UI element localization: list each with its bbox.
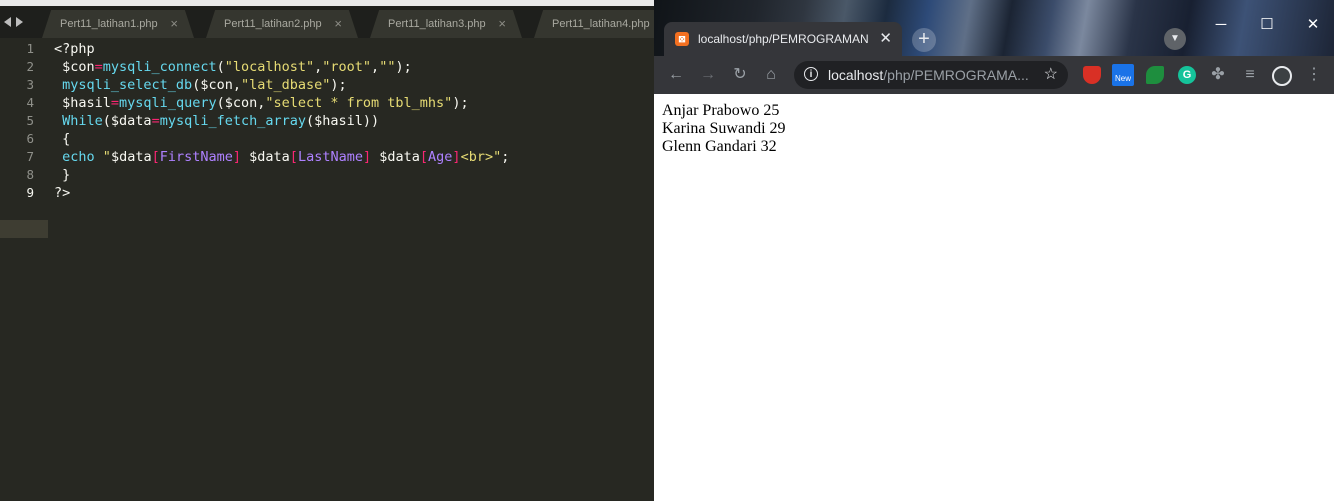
bookmark-star-icon[interactable]: ☆ [1044, 61, 1058, 89]
code-line[interactable]: } [54, 166, 70, 184]
xampp-icon: ⊠ [675, 32, 689, 46]
code-editor: Pert11_latihan1.php × Pert11_latihan2.ph… [0, 0, 654, 501]
grammarly-icon[interactable]: G [1178, 66, 1196, 84]
maximize-button[interactable]: ☐ [1244, 10, 1290, 40]
reload-icon[interactable]: ↻ [730, 65, 750, 85]
line-number: 9 [26, 185, 34, 200]
editor-tab[interactable]: Pert11_latihan4.php [534, 10, 654, 38]
tab-nav-arrows[interactable] [4, 14, 30, 30]
editor-tab-label: Pert11_latihan2.php [224, 18, 322, 30]
new-badge: New [1114, 74, 1131, 83]
current-line-highlight [0, 220, 48, 238]
code-line[interactable]: { [54, 130, 70, 148]
editor-tab-label: Pert11_latihan3.php [388, 18, 486, 30]
line-number: 1 [26, 41, 34, 56]
line-number: 6 [26, 131, 34, 146]
arrow-left-icon[interactable] [4, 17, 11, 27]
editor-tab[interactable]: Pert11_latihan1.php × [42, 10, 194, 38]
code-line[interactable]: ?> [54, 184, 70, 202]
output-line: Karina Suwandi 29 [662, 120, 786, 137]
browser-tab[interactable]: ⊠ localhost/php/PEMROGRAMAN W ✕ [664, 22, 902, 56]
line-number: 5 [26, 113, 34, 128]
browser-tab-title: localhost/php/PEMROGRAMAN W [698, 32, 870, 46]
editor-tab[interactable]: Pert11_latihan3.php × [370, 10, 522, 38]
code-line[interactable]: $hasil=mysqli_query($con,"select * from … [54, 94, 468, 112]
editor-tab-label: Pert11_latihan4.php [552, 18, 650, 30]
close-icon[interactable]: × [334, 10, 342, 38]
code-line[interactable]: <?php [54, 40, 95, 58]
line-number: 4 [26, 95, 34, 110]
editor-tab[interactable]: Pert11_latihan2.php × [206, 10, 358, 38]
line-number: 7 [26, 149, 34, 164]
back-icon[interactable]: ← [666, 65, 686, 85]
home-icon[interactable]: ⌂ [761, 65, 781, 85]
extensions-puzzle-icon[interactable]: ✤ [1208, 65, 1228, 85]
leaf-extension-icon[interactable] [1146, 66, 1164, 84]
code-line[interactable]: While($data=mysqli_fetch_array($hasil)) [54, 112, 379, 130]
url-path: /php/PEMROGRAMA... [883, 67, 1029, 83]
browser-title-bar: ⊠ localhost/php/PEMROGRAMAN W ✕ + ▼ ─ ☐ … [654, 0, 1334, 56]
browser-toolbar: ← → ↻ ⌂ i localhost/php/PEMROGRAMA... ☆ … [654, 56, 1334, 94]
minimize-button[interactable]: ─ [1198, 10, 1244, 40]
close-window-button[interactable]: ✕ [1290, 10, 1334, 40]
code-line[interactable]: $con=mysqli_connect("localhost","root","… [54, 58, 412, 76]
code-line[interactable]: mysqli_select_db($con,"lat_dbase"); [54, 76, 347, 94]
browser-window: ⊠ localhost/php/PEMROGRAMAN W ✕ + ▼ ─ ☐ … [654, 0, 1334, 501]
editor-tab-bar: Pert11_latihan1.php × Pert11_latihan2.ph… [0, 6, 654, 38]
line-number: 8 [26, 167, 34, 182]
code-line[interactable]: echo "$data[FirstName] $data[LastName] $… [54, 148, 509, 166]
output-line: Glenn Gandari 32 [662, 138, 777, 155]
address-bar[interactable]: i localhost/php/PEMROGRAMA... ☆ [794, 61, 1068, 89]
profile-avatar-icon[interactable] [1272, 66, 1292, 86]
close-icon[interactable]: ✕ [879, 22, 892, 56]
editor-tab-label: Pert11_latihan1.php [60, 18, 158, 30]
forward-icon[interactable]: → [698, 65, 718, 85]
line-number: 3 [26, 77, 34, 92]
tab-search-button[interactable]: ▼ [1164, 28, 1186, 50]
close-icon[interactable]: × [170, 10, 178, 38]
reading-list-icon[interactable]: ≡ [1240, 65, 1260, 85]
url-text[interactable]: localhost/php/PEMROGRAMA... [828, 61, 1029, 89]
page-content: Anjar Prabowo 25 Karina Suwandi 29 Glenn… [654, 94, 1334, 501]
more-menu-icon[interactable]: ⋮ [1304, 65, 1324, 85]
new-extension-icon[interactable]: New [1112, 64, 1134, 86]
line-number: 2 [26, 59, 34, 74]
shield-extension-icon[interactable] [1083, 66, 1101, 84]
info-icon[interactable]: i [804, 67, 818, 81]
url-host: localhost [828, 67, 884, 83]
arrow-right-icon[interactable] [16, 17, 23, 27]
line-number-gutter: 1 2 3 4 5 6 7 8 9 [0, 38, 48, 501]
close-icon[interactable]: × [498, 10, 506, 38]
output-line: Anjar Prabowo 25 [662, 102, 780, 119]
new-tab-button[interactable]: + [912, 28, 936, 52]
